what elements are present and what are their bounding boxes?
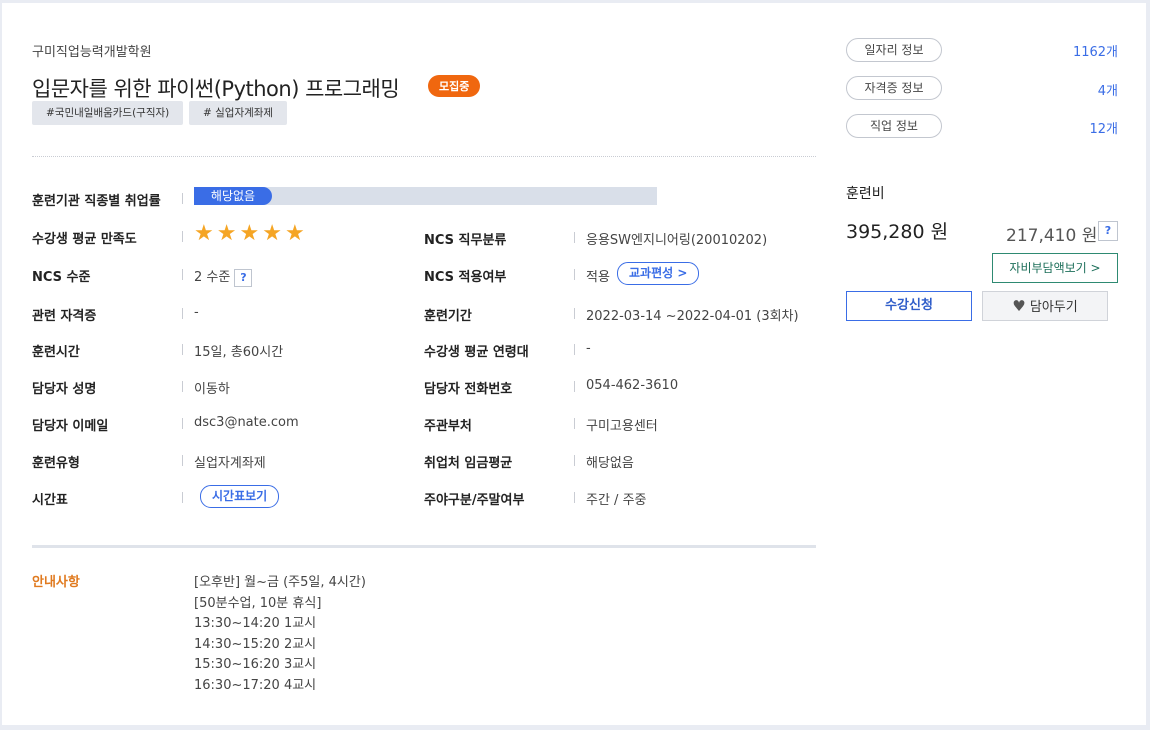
cert-info-count[interactable]: 4개 (1098, 80, 1118, 99)
job-info-count[interactable]: 1162개 (1073, 41, 1118, 60)
divider (32, 156, 816, 157)
related-cert-label: 관련 자격증 (32, 309, 97, 324)
separator (182, 193, 183, 204)
fee-label: 훈련비 (846, 186, 885, 202)
wishlist-button[interactable]: ♥ 담아두기 (982, 291, 1108, 321)
separator (182, 492, 183, 503)
separator (182, 455, 183, 466)
ncs-classification-label: NCS 직무분류 (424, 233, 507, 248)
separator (574, 418, 575, 429)
training-hours-value: 15일, 총60시간 (194, 345, 284, 360)
training-period-value: 2022-03-14 ~2022-04-01 (3회차) (586, 309, 799, 324)
tag-unemployed-account[interactable]: # 실업자계좌제 (189, 101, 288, 125)
star-icon: ★ (216, 221, 240, 246)
day-weekend-value: 주간 / 주중 (586, 493, 647, 508)
status-badge: 모집중 (428, 75, 481, 97)
training-period-label: 훈련기간 (424, 309, 472, 324)
occupation-info-link[interactable]: 직업 정보 (846, 114, 942, 138)
employment-rate-value: 해당없음 (194, 187, 272, 205)
notice-line: 13:30~14:20 1교시 (194, 616, 317, 631)
separator (574, 344, 575, 355)
ncs-classification-value: 응용SW엔지니어링(20010202) (586, 233, 768, 248)
supervising-office-value: 구미고용센터 (586, 419, 658, 434)
job-info-link[interactable]: 일자리 정보 (846, 38, 942, 62)
separator (182, 381, 183, 392)
avg-age-label: 수강생 평균 연령대 (424, 345, 529, 360)
satisfaction-stars: ★★★★★ (194, 221, 308, 246)
separator (574, 308, 575, 319)
help-icon[interactable]: ? (1098, 220, 1118, 241)
separator (574, 269, 575, 280)
academy-name: 구미직업능력개발학원 (32, 45, 152, 60)
course-detail-panel: 구미직업능력개발학원 입문자를 위한 파이썬(Python) 프로그래밍 모집중… (2, 3, 1146, 725)
heart-icon: ♥ (1012, 297, 1026, 315)
avg-age-value: - (586, 341, 591, 356)
self-pay-button[interactable]: 자비부담액보기 > (992, 253, 1118, 283)
manager-email-label: 담당자 이메일 (32, 419, 109, 434)
avg-wage-value: 해당없음 (586, 456, 634, 471)
curriculum-button[interactable]: 교과편성 > (617, 262, 700, 285)
manager-name-label: 담당자 성명 (32, 382, 97, 397)
training-type-value: 실업자계좌제 (194, 456, 266, 471)
separator (182, 344, 183, 355)
ncs-applied-label: NCS 적용여부 (424, 270, 507, 285)
separator (182, 269, 183, 280)
satisfaction-label: 수강생 평균 만족도 (32, 232, 137, 247)
apply-button[interactable]: 수강신청 (846, 291, 972, 321)
employment-rate-bar: 해당없음 (194, 187, 657, 205)
notice-line: [오후반] 월~금 (주5일, 4시간) (194, 575, 366, 590)
ncs-level-text: 2 수준 (194, 270, 231, 285)
notice-line: 14:30~15:20 2교시 (194, 637, 317, 652)
star-icon: ★ (239, 221, 263, 246)
ncs-level-label: NCS 수준 (32, 270, 91, 285)
fee-support-amount: 217,410 원 (1006, 226, 1098, 246)
timetable-label: 시간표 (32, 493, 68, 508)
manager-phone-label: 담당자 전화번호 (424, 382, 513, 397)
star-icon: ★ (284, 221, 308, 246)
separator (182, 231, 183, 242)
star-icon: ★ (262, 221, 285, 246)
fee-amount: 395,280 원 (846, 221, 949, 243)
avg-wage-label: 취업처 임금평균 (424, 456, 513, 471)
separator (182, 418, 183, 429)
section-divider (32, 545, 816, 548)
training-hours-label: 훈련시간 (32, 345, 80, 360)
star-icon: ★ (194, 221, 217, 246)
timetable-button[interactable]: 시간표보기 (200, 485, 280, 508)
separator (182, 308, 183, 319)
separator (574, 381, 575, 392)
separator (574, 455, 575, 466)
employment-rate-label: 훈련기관 직종별 취업률 (32, 194, 161, 209)
notice-line: 16:30~17:20 4교시 (194, 678, 317, 693)
notice-line: 15:30~16:20 3교시 (194, 657, 317, 672)
ncs-level-value: 2 수준 ? (194, 266, 253, 287)
notice-label: 안내사항 (32, 575, 80, 590)
cert-info-link[interactable]: 자격증 정보 (846, 76, 942, 100)
course-title: 입문자를 위한 파이썬(Python) 프로그래밍 (32, 77, 400, 101)
ncs-applied-value: 적용 (586, 270, 610, 285)
supervising-office-label: 주관부처 (424, 419, 472, 434)
manager-email-value[interactable]: dsc3@nate.com (194, 415, 299, 430)
fee-help[interactable]: ? (1098, 220, 1118, 241)
notice-line: [50분수업, 10분 휴식] (194, 596, 322, 611)
help-icon[interactable]: ? (234, 268, 253, 287)
day-weekend-label: 주야구분/주말여부 (424, 493, 525, 508)
manager-name-value: 이동하 (194, 382, 230, 397)
related-cert-value: - (194, 305, 199, 320)
training-type-label: 훈련유형 (32, 456, 80, 471)
separator (574, 492, 575, 503)
tag-national-card[interactable]: #국민내일배움카드(구직자) (32, 101, 184, 125)
wishlist-label: 담아두기 (1029, 300, 1078, 315)
separator (574, 232, 575, 243)
occupation-info-count[interactable]: 12개 (1089, 118, 1118, 137)
manager-phone-value: 054-462-3610 (586, 378, 679, 393)
